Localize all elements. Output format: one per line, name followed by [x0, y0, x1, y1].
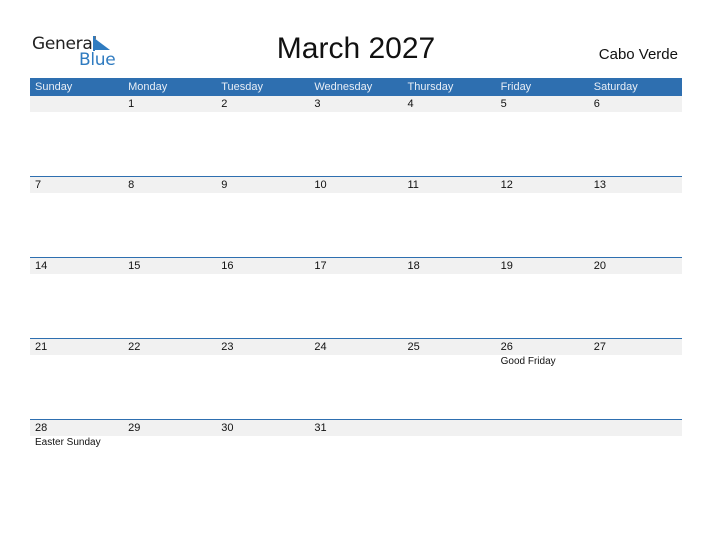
event-row: [30, 112, 682, 126]
week-row: 21 22 23 24 25 26 27 Good Friday: [30, 338, 682, 369]
holiday-label: [123, 193, 216, 207]
holiday-label: [496, 274, 589, 288]
date-row: 1 2 3 4 5 6: [30, 96, 682, 112]
day-number: 30: [221, 422, 234, 434]
holiday-label: [216, 112, 309, 126]
day-number: 12: [500, 179, 513, 191]
holiday-label: [216, 193, 309, 207]
holiday-label: [589, 436, 682, 450]
day-number: 16: [221, 260, 234, 272]
day-number: 21: [35, 341, 48, 353]
day-number: 17: [314, 260, 327, 272]
holiday-label: [403, 193, 496, 207]
date-row: 28 29 30 31: [30, 420, 682, 436]
day-number: 20: [593, 260, 606, 272]
day-number: 3: [314, 98, 321, 110]
weekday-thursday: Thursday: [407, 81, 454, 93]
holiday-label: [309, 193, 402, 207]
event-row: Easter Sunday: [30, 436, 682, 450]
holiday-label: [403, 436, 496, 450]
holiday-label: [589, 274, 682, 288]
day-number: 4: [407, 98, 414, 110]
weekday-header: Sunday Monday Tuesday Wednesday Thursday…: [30, 78, 682, 96]
event-row: Good Friday: [30, 355, 682, 369]
day-number: 22: [128, 341, 141, 353]
weekday-monday: Monday: [128, 81, 168, 93]
day-number: 6: [593, 98, 600, 110]
day-number: 5: [500, 98, 507, 110]
weekday-wednesday: Wednesday: [314, 81, 373, 93]
holiday-label: [30, 355, 123, 369]
weekday-sunday: Sunday: [35, 81, 73, 93]
week-row: 14 15 16 17 18 19 20: [30, 257, 682, 288]
holiday-label: [496, 436, 589, 450]
holiday-label: [123, 436, 216, 450]
holiday-label: [123, 274, 216, 288]
day-number: [496, 420, 589, 436]
holiday-label: [496, 193, 589, 207]
week-row: 7 8 9 10 11 12 13: [30, 176, 682, 207]
holiday-label: [589, 112, 682, 126]
day-number: 26: [500, 341, 513, 353]
week-row: 1 2 3 4 5 6: [30, 96, 682, 126]
date-row: 21 22 23 24 25 26 27: [30, 339, 682, 355]
day-number: 10: [314, 179, 327, 191]
holiday-label: [309, 274, 402, 288]
holiday-label: [30, 274, 123, 288]
holiday-label: [216, 355, 309, 369]
holiday-label: [309, 436, 402, 450]
day-number: 1: [128, 98, 135, 110]
holiday-label: [403, 274, 496, 288]
date-row: 14 15 16 17 18 19 20: [30, 258, 682, 274]
holiday-label: [403, 355, 496, 369]
holiday-label: Good Friday: [500, 356, 556, 367]
holiday-label: [216, 274, 309, 288]
day-number: 25: [407, 341, 420, 353]
holiday-label: [309, 112, 402, 126]
weekday-tuesday: Tuesday: [221, 81, 264, 93]
holiday-label: [403, 112, 496, 126]
holiday-label: [589, 193, 682, 207]
event-row: [30, 274, 682, 288]
day-number: 7: [35, 179, 42, 191]
holiday-label: Easter Sunday: [35, 437, 101, 448]
event-row: [30, 193, 682, 207]
day-number: [589, 420, 682, 436]
day-number: [403, 420, 496, 436]
day-number: 31: [314, 422, 327, 434]
country-label: Cabo Verde: [598, 46, 678, 63]
holiday-label: [496, 112, 589, 126]
day-number: 18: [407, 260, 420, 272]
day-number: 11: [407, 179, 419, 191]
day-number: 27: [593, 341, 606, 353]
day-number: 13: [593, 179, 606, 191]
day-number: 29: [128, 422, 141, 434]
holiday-label: [123, 112, 216, 126]
day-number: 15: [128, 260, 141, 272]
weekday-friday: Friday: [500, 81, 532, 93]
day-number: 2: [221, 98, 228, 110]
weekday-saturday: Saturday: [593, 81, 638, 93]
holiday-label: [123, 355, 216, 369]
week-row: 28 29 30 31 Easter Sunday: [30, 419, 682, 450]
day-number: 9: [221, 179, 228, 191]
day-number: 14: [35, 260, 48, 272]
day-number: 23: [221, 341, 234, 353]
day-number: [30, 96, 123, 112]
holiday-label: [216, 436, 309, 450]
day-number: 19: [500, 260, 513, 272]
calendar-grid: Sunday Monday Tuesday Wednesday Thursday…: [30, 78, 682, 448]
holiday-label: [30, 193, 123, 207]
date-row: 7 8 9 10 11 12 13: [30, 177, 682, 193]
day-number: 24: [314, 341, 327, 353]
holiday-label: [309, 355, 402, 369]
day-number: 28: [35, 422, 48, 434]
holiday-label: [589, 355, 682, 369]
holiday-label: [30, 112, 123, 126]
day-number: 8: [128, 179, 135, 191]
